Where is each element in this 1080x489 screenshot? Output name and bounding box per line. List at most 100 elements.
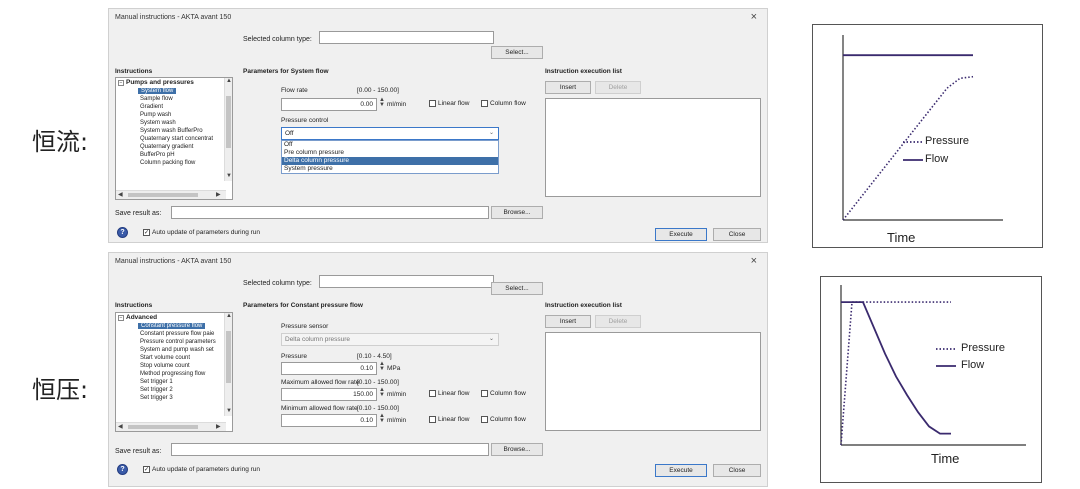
save-result-input[interactable] <box>171 206 489 219</box>
browse-button[interactable]: Browse... <box>491 206 543 219</box>
execution-list[interactable] <box>545 332 761 431</box>
list-item[interactable]: Sample flow <box>140 96 173 102</box>
selected-column-input[interactable] <box>319 275 494 288</box>
execute-button[interactable]: Execute <box>655 228 707 241</box>
execute-button[interactable]: Execute <box>655 464 707 477</box>
insert-button[interactable]: Insert <box>545 81 591 94</box>
list-item[interactable]: Constant pressure flow <box>138 323 206 329</box>
pressure-sensor-select[interactable]: Delta column pressure ⌄ <box>281 333 499 346</box>
select-button[interactable]: Select... <box>491 46 543 59</box>
column-flow-checkbox[interactable]: Column flow <box>481 100 526 107</box>
dropdown-option-selected[interactable]: Delta column pressure <box>282 157 498 165</box>
min-flow-input[interactable]: 0.10 <box>281 414 377 427</box>
series-line-pressure <box>842 75 974 221</box>
max-flow-label: Maximum allowed flow rate <box>281 379 360 386</box>
tree-group-pumps[interactable]: − Pumps and pressures <box>118 79 194 86</box>
list-item[interactable]: Column packing flow <box>140 160 195 166</box>
vertical-scrollbar[interactable]: ▲ ▼ <box>224 78 232 181</box>
select-button[interactable]: Select... <box>491 282 543 295</box>
auto-update-checkbox[interactable]: Auto update of parameters during run <box>143 229 260 236</box>
save-result-label: Save result as: <box>115 210 162 217</box>
instructions-header: Instructions <box>115 302 153 309</box>
close-icon[interactable]: × <box>751 11 757 23</box>
auto-update-checkbox[interactable]: Auto update of parameters during run <box>143 466 260 473</box>
pressure-input[interactable]: 0.10 <box>281 362 377 375</box>
list-item[interactable]: Constant pressure flow paie <box>140 331 214 337</box>
selected-column-input[interactable] <box>319 31 494 44</box>
list-item[interactable]: Pressure control parameters <box>140 339 216 345</box>
list-item[interactable]: Gradient <box>140 104 163 110</box>
scroll-left-icon[interactable]: ◀ <box>118 191 123 198</box>
dialog-title: Manual instructions - AKTA avant 150 <box>115 14 232 21</box>
legend-pressure: Pressure <box>925 135 970 147</box>
save-result-label: Save result as: <box>115 448 162 455</box>
horizontal-scrollbar[interactable]: ◀ ▶ <box>116 190 226 199</box>
pressure-spinner[interactable]: ▲ ▼ <box>379 361 385 372</box>
instructions-list[interactable]: − Advanced Constant pressure flow Constan… <box>115 312 233 432</box>
list-item[interactable]: Quaternary start concentrat <box>140 136 213 142</box>
list-item[interactable]: System and pump wash set <box>140 347 214 353</box>
close-button[interactable]: Close <box>713 464 761 477</box>
exec-list-header: Instruction execution list <box>545 302 622 309</box>
list-item[interactable]: Set trigger 3 <box>140 395 173 401</box>
pressure-control-select[interactable]: Off ⌄ <box>281 127 499 140</box>
dropdown-option[interactable]: System pressure <box>282 165 498 173</box>
manual-instructions-dialog-pressure: Manual instructions - AKTA avant 150 × S… <box>108 252 768 487</box>
selected-column-label: Selected column type: <box>243 280 312 287</box>
horizontal-scrollbar[interactable]: ◀ ▶ <box>116 422 226 431</box>
list-item[interactable]: Method progressing flow <box>140 371 205 377</box>
linear-flow-checkbox[interactable]: Linear flow <box>429 390 469 397</box>
manual-instructions-dialog-flow: Manual instructions - AKTA avant 150 × S… <box>108 8 768 243</box>
close-button[interactable]: Close <box>713 228 761 241</box>
pressure-control-dropdown[interactable]: Off Pre column pressure Delta column pre… <box>281 140 499 174</box>
dropdown-option[interactable]: Off <box>282 141 498 149</box>
tree-group-advanced[interactable]: − Advanced <box>118 314 157 321</box>
list-item[interactable]: BufferPro pH <box>140 152 175 158</box>
chevron-down-icon: ⌄ <box>488 130 494 136</box>
list-item[interactable]: System flow <box>138 88 177 94</box>
delete-button[interactable]: Delete <box>595 81 641 94</box>
flow-rate-spinner[interactable]: ▲ ▼ <box>379 97 385 108</box>
list-item[interactable]: System wash <box>140 120 176 126</box>
list-item[interactable]: Quaternary gradient <box>140 144 193 150</box>
scroll-left-icon[interactable]: ◀ <box>118 423 123 430</box>
pressure-unit: MPa <box>387 365 401 372</box>
series-line-pressure <box>840 301 951 446</box>
scroll-up-icon[interactable]: ▲ <box>226 78 232 84</box>
flow-rate-input[interactable]: 0.00 <box>281 98 377 111</box>
linear-flow-checkbox[interactable]: Linear flow <box>429 416 469 423</box>
column-flow-checkbox[interactable]: Column flow <box>481 390 526 397</box>
delete-button[interactable]: Delete <box>595 315 641 328</box>
list-item[interactable]: Set trigger 2 <box>140 387 173 393</box>
list-item[interactable]: Stop volume count <box>140 363 190 369</box>
scroll-right-icon[interactable]: ▶ <box>216 191 221 198</box>
instructions-list[interactable]: − Pumps and pressures System flow Sample … <box>115 77 233 200</box>
list-item[interactable]: Pump wash <box>140 112 171 118</box>
execution-list[interactable] <box>545 98 761 197</box>
save-result-input[interactable] <box>171 443 489 456</box>
browse-button[interactable]: Browse... <box>491 443 543 456</box>
help-icon[interactable]: ? <box>117 464 128 475</box>
help-icon[interactable]: ? <box>117 227 128 238</box>
linear-flow-checkbox[interactable]: Linear flow <box>429 100 469 107</box>
max-flow-input[interactable]: 150.00 <box>281 388 377 401</box>
dropdown-option[interactable]: Pre column pressure <box>282 149 498 157</box>
list-item[interactable]: Set trigger 1 <box>140 379 173 385</box>
scroll-down-icon[interactable]: ▼ <box>226 173 232 179</box>
series-line-flow <box>841 301 951 435</box>
legend-flow: Flow <box>925 153 949 165</box>
flow-rate-range: [0.00 - 150.00] <box>357 87 399 94</box>
scroll-up-icon[interactable]: ▲ <box>226 313 232 319</box>
scroll-down-icon[interactable]: ▼ <box>226 408 232 414</box>
close-icon[interactable]: × <box>751 255 757 267</box>
list-item[interactable]: System wash BufferPro <box>140 128 203 134</box>
max-flow-spinner[interactable]: ▲ ▼ <box>379 387 385 398</box>
legend-pressure: Pressure <box>961 342 1006 354</box>
column-flow-checkbox[interactable]: Column flow <box>481 416 526 423</box>
pressure-range: [0.10 - 4.50] <box>357 353 392 360</box>
insert-button[interactable]: Insert <box>545 315 591 328</box>
min-flow-spinner[interactable]: ▲ ▼ <box>379 413 385 424</box>
vertical-scrollbar[interactable]: ▲ ▼ <box>224 313 232 416</box>
list-item[interactable]: Start volume count <box>140 355 190 361</box>
scroll-right-icon[interactable]: ▶ <box>216 423 221 430</box>
